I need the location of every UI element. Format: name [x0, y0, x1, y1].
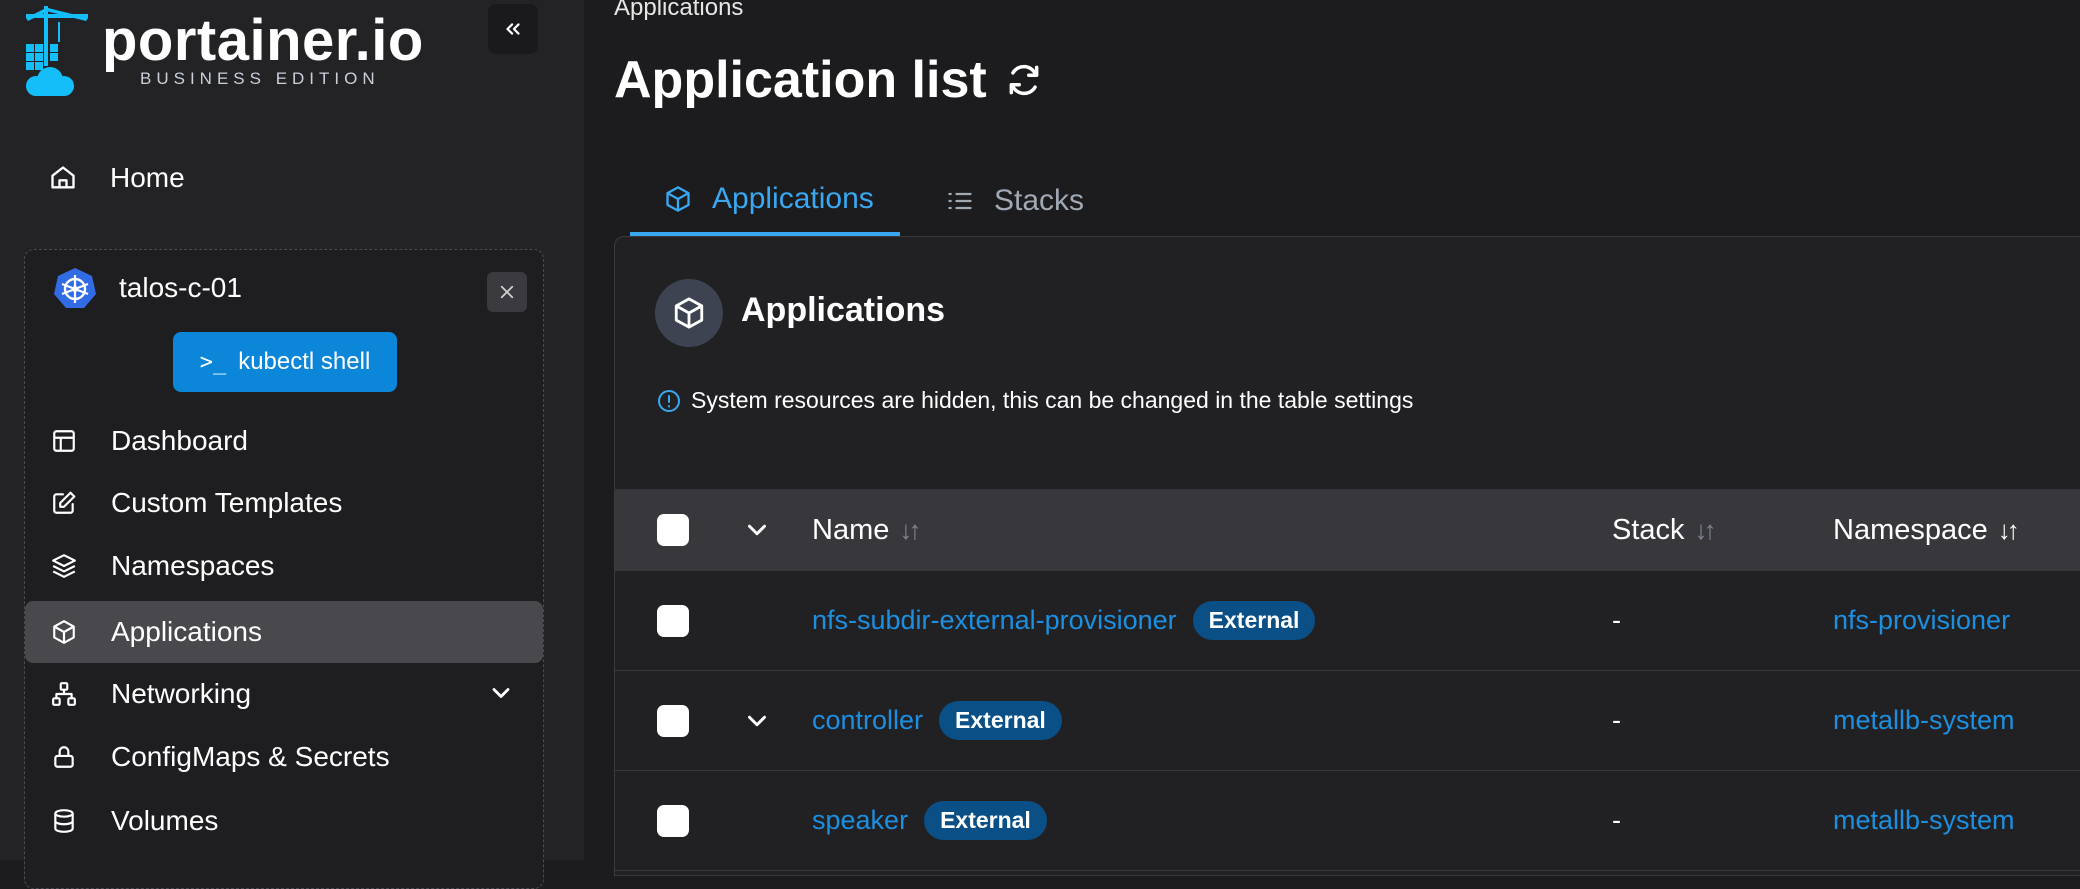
application-link[interactable]: controller: [812, 705, 923, 736]
chevron-down-icon: [492, 688, 510, 698]
terminal-icon: >_: [199, 349, 227, 375]
tab-applications[interactable]: Applications: [630, 166, 900, 236]
brand-name: portainer.io: [102, 8, 424, 73]
sidebar-item-label: Dashboard: [111, 425, 248, 456]
panel-title: Applications: [741, 291, 946, 329]
sidebar-item-label: Applications: [111, 616, 262, 647]
name-cell: nfs-subdir-external-provisioner External: [812, 571, 1316, 670]
sidebar-item-networking[interactable]: Networking: [25, 663, 543, 725]
brand-edition: BUSINESS EDITION: [140, 69, 380, 88]
row-checkbox[interactable]: [657, 805, 689, 837]
table-row: speaker External - metallb-system: [615, 771, 2080, 871]
row-checkbox[interactable]: [657, 605, 689, 637]
layout-icon: [49, 426, 79, 456]
column-header-name[interactable]: Name ↓↑: [812, 489, 921, 571]
breadcrumb[interactable]: Applications: [614, 0, 743, 22]
close-environment-button[interactable]: [487, 272, 527, 312]
sidebar-item-label: Volumes: [111, 805, 219, 836]
sort-icon: ↓↑: [899, 514, 921, 545]
sidebar-item-applications[interactable]: Applications: [25, 601, 543, 663]
status-badge: External: [924, 801, 1047, 840]
namespace-link[interactable]: nfs-provisioner: [1833, 571, 2010, 670]
close-icon: [500, 285, 514, 299]
network-icon: [49, 679, 79, 709]
edit-icon: [49, 488, 79, 518]
box-icon: [49, 617, 79, 647]
stack-cell: -: [1612, 805, 1621, 835]
environment-panel: talos-c-01 >_ kubectl shell Dashboard Cu…: [24, 249, 544, 889]
refresh-icon[interactable]: [1005, 61, 1043, 99]
status-badge: External: [939, 701, 1062, 740]
sidebar-item-label: Namespaces: [111, 550, 275, 581]
box-icon: [655, 279, 723, 347]
sidebar-item-custom-templates[interactable]: Custom Templates: [25, 472, 543, 534]
tab-label: Stacks: [994, 184, 1085, 217]
select-all-checkbox[interactable]: [657, 514, 689, 546]
tab-label: Applications: [712, 182, 874, 215]
lock-icon: [49, 742, 79, 772]
sidebar-item-home[interactable]: Home: [26, 148, 185, 208]
sidebar-item-volumes[interactable]: Volumes: [25, 790, 543, 852]
column-header-label: Namespace: [1833, 513, 1988, 546]
sidebar-item-label: Home: [110, 162, 185, 193]
page-title-text: Application list: [614, 51, 987, 109]
environment-name: talos-c-01: [119, 272, 242, 303]
chevron-down-icon[interactable]: [742, 706, 772, 736]
table-row: nfs-subdir-external-provisioner External…: [615, 571, 2080, 671]
column-header-namespace[interactable]: Namespace ↓↑: [1833, 489, 2020, 571]
system-resources-notice: System resources are hidden, this can be…: [657, 387, 1413, 414]
sidebar-item-configmaps-secrets[interactable]: ConfigMaps & Secrets: [25, 726, 543, 788]
info-icon: [658, 389, 680, 412]
application-link[interactable]: nfs-subdir-external-provisioner: [812, 605, 1177, 636]
sort-icon: ↓↑: [1694, 514, 1717, 545]
sidebar-item-dashboard[interactable]: Dashboard: [25, 410, 543, 472]
column-header-stack[interactable]: Stack ↓↑: [1612, 489, 1717, 571]
table-header: Name ↓↑ Stack ↓↑ Namespace ↓↑: [615, 489, 2080, 571]
home-icon: [48, 163, 78, 193]
kubernetes-icon: [54, 268, 96, 308]
sidebar: portainer.io BUSINESS EDITION Home talos…: [0, 0, 584, 889]
tab-stacks[interactable]: Stacks: [946, 166, 1084, 236]
namespace-link[interactable]: metallb-system: [1833, 671, 2015, 770]
application-link[interactable]: speaker: [812, 805, 908, 836]
sidebar-item-label: Custom Templates: [111, 487, 343, 518]
database-icon: [49, 806, 79, 836]
collapse-sidebar-button[interactable]: [488, 4, 538, 54]
main-content: Applications Application list Applicatio…: [584, 0, 2080, 876]
stack-cell: -: [1612, 705, 1621, 735]
table-row: controller External - metallb-system: [615, 671, 2080, 771]
layers-icon: [49, 551, 79, 581]
list-icon: [946, 186, 976, 216]
sort-icon: ↓↑: [1997, 514, 2020, 545]
row-checkbox[interactable]: [657, 705, 689, 737]
applications-panel: Applications System resources are hidden…: [614, 236, 2080, 876]
status-badge: External: [1192, 601, 1316, 640]
portainer-logo-icon: [26, 6, 88, 96]
chevron-down-icon[interactable]: [742, 515, 772, 545]
box-icon: [664, 184, 694, 214]
stack-cell: -: [1612, 605, 1621, 635]
kubectl-shell-button[interactable]: >_ kubectl shell: [173, 332, 397, 392]
namespace-link[interactable]: metallb-system: [1833, 771, 2015, 870]
sidebar-item-label: ConfigMaps & Secrets: [111, 741, 390, 772]
sidebar-item-namespaces[interactable]: Namespaces: [25, 535, 543, 597]
kubectl-shell-label: kubectl shell: [238, 348, 371, 375]
name-cell: speaker External: [812, 771, 1047, 870]
column-header-label: Name: [812, 513, 890, 546]
column-header-label: Stack: [1612, 513, 1685, 546]
sidebar-item-label: Networking: [111, 678, 252, 709]
page-title: Application list: [614, 50, 1043, 110]
name-cell: controller External: [812, 671, 1062, 770]
notice-text: System resources are hidden, this can be…: [691, 387, 1414, 413]
environment-header: talos-c-01: [53, 266, 242, 310]
chevrons-left-icon: [506, 23, 520, 35]
